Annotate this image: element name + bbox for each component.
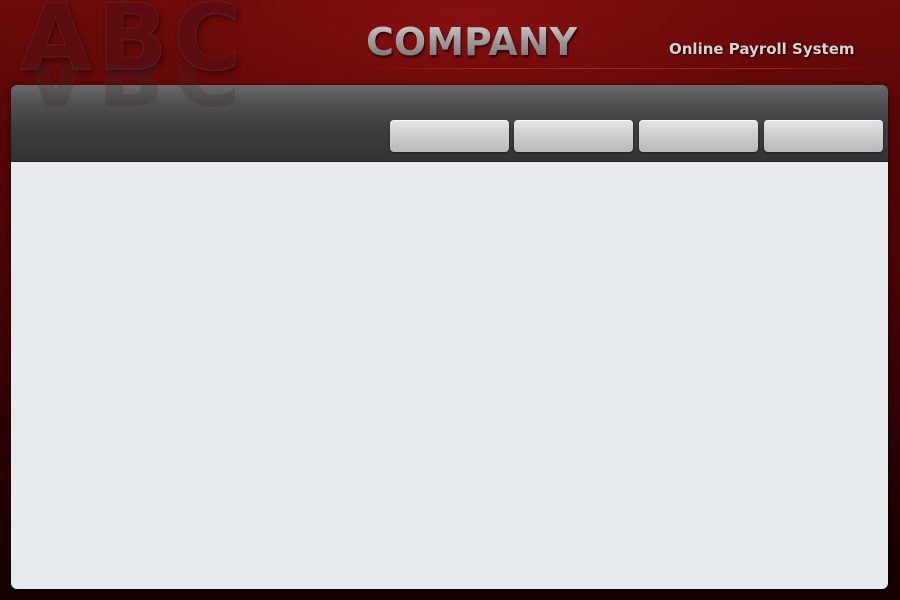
nav-button-2[interactable] xyxy=(514,120,633,152)
main-panel xyxy=(11,85,888,589)
tagline: Online Payroll System xyxy=(669,40,855,58)
nav-button-1[interactable] xyxy=(390,120,509,152)
content-area xyxy=(11,162,888,589)
nav-button-3[interactable] xyxy=(639,120,758,152)
header-divider xyxy=(370,68,882,69)
logo-company: COMPANY xyxy=(366,20,578,64)
nav-button-4[interactable] xyxy=(764,120,883,152)
nav-bar xyxy=(11,85,888,162)
logo-abc: ABC xyxy=(20,0,247,92)
header: ABC COMPANY Online Payroll System xyxy=(0,0,900,92)
